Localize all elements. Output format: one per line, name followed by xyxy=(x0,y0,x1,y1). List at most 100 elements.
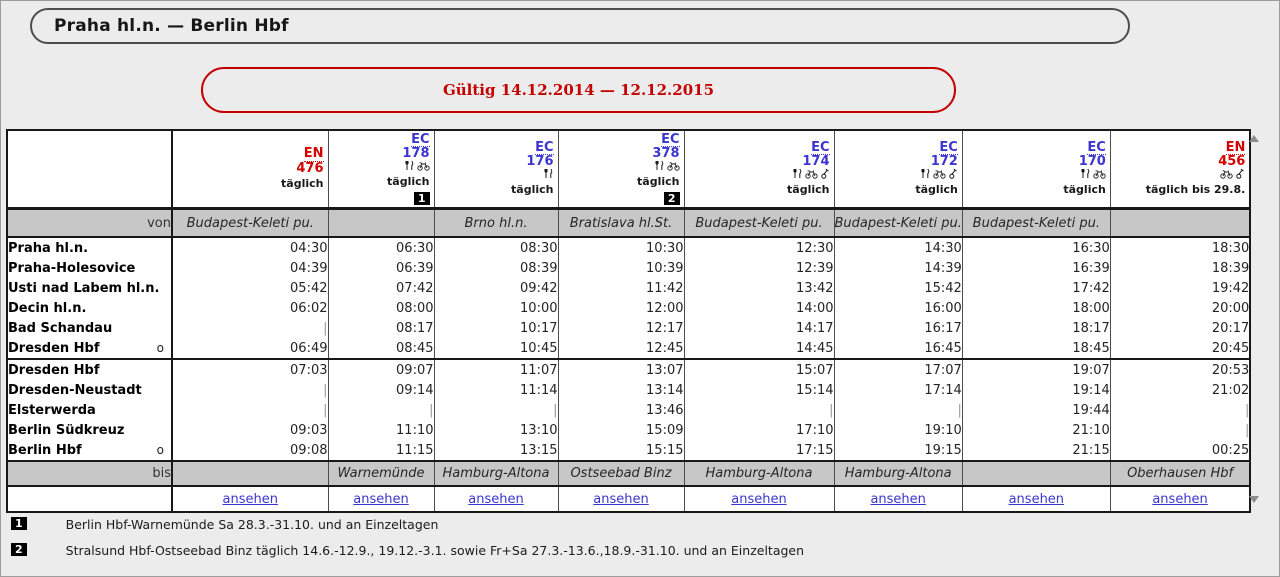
train-type-link[interactable]: EC xyxy=(535,141,553,156)
time-cell: 00:25 xyxy=(1110,440,1250,461)
time-cell: 14:30 xyxy=(834,237,962,258)
origin-cell xyxy=(328,209,434,238)
time-cell: 08:17 xyxy=(328,318,434,338)
pass-through-cell: | xyxy=(328,400,434,420)
time-cell: 17:42 xyxy=(962,278,1110,298)
train-footnote-badge: 2 xyxy=(664,192,680,205)
time-cell: 20:45 xyxy=(1110,338,1250,359)
destination-cell: Ostseebad Binz xyxy=(558,461,684,486)
time-cell: 17:14 xyxy=(834,380,962,400)
time-cell: 16:45 xyxy=(834,338,962,359)
bicycle-icon xyxy=(933,168,946,183)
time-cell: 15:09 xyxy=(558,420,684,440)
time-cell: 17:10 xyxy=(684,420,834,440)
time-cell: 12:39 xyxy=(684,258,834,278)
train-type-link[interactable]: EC xyxy=(811,141,829,156)
time-cell: 07:42 xyxy=(328,278,434,298)
time-cell: 13:10 xyxy=(434,420,558,440)
time-cell: 19:14 xyxy=(962,380,1110,400)
time-cell: 12:45 xyxy=(558,338,684,359)
station-name-cell: Berlin Südkreuz xyxy=(7,420,172,440)
train-header: EC178täglich1 xyxy=(329,131,434,207)
time-cell: 19:42 xyxy=(1110,278,1250,298)
train-footnote-badge: 1 xyxy=(414,192,430,205)
time-cell: 10:17 xyxy=(434,318,558,338)
page-title-text: Praha hl.n. — Berlin Hbf xyxy=(54,16,289,36)
station-row: Praha hl.n.04:3006:3008:3010:3012:3014:3… xyxy=(7,237,1250,258)
footnote-2-text: Stralsund Hbf-Ostseebad Binz täglich 14.… xyxy=(66,543,804,558)
ansehen-cell: ansehen xyxy=(962,486,1110,512)
time-cell: 06:39 xyxy=(328,258,434,278)
time-cell: 18:45 xyxy=(962,338,1110,359)
station-name: Elsterwerda xyxy=(8,403,96,418)
ansehen-link[interactable]: ansehen xyxy=(1009,492,1064,507)
ansehen-link[interactable]: ansehen xyxy=(353,492,408,507)
train-type-link[interactable]: EN xyxy=(1226,141,1246,156)
train-type-link[interactable]: EC xyxy=(411,133,429,148)
ansehen-link[interactable]: ansehen xyxy=(223,492,278,507)
origin-cell: Budapest-Keleti pu. xyxy=(962,209,1110,238)
ansehen-link[interactable]: ansehen xyxy=(593,492,648,507)
time-cell: 13:14 xyxy=(558,380,684,400)
ansehen-link[interactable]: ansehen xyxy=(1152,492,1207,507)
station-row: Dresden Hbfo06:4908:4510:4512:4514:4516:… xyxy=(7,338,1250,359)
scroll-down-icon[interactable] xyxy=(1249,496,1259,503)
train-header: EC172täglich xyxy=(835,131,962,207)
station-name: Berlin Südkreuz xyxy=(8,423,124,438)
origin-cell xyxy=(1110,209,1250,238)
time-cell: 08:00 xyxy=(328,298,434,318)
time-cell: 07:03 xyxy=(172,359,328,380)
scroll-up-icon[interactable] xyxy=(1249,135,1259,142)
bicycle-icon xyxy=(1093,168,1106,183)
ansehen-link[interactable]: ansehen xyxy=(468,492,523,507)
time-cell: 08:45 xyxy=(328,338,434,359)
time-cell: 06:49 xyxy=(172,338,328,359)
destination-cell: Hamburg-Altona xyxy=(684,461,834,486)
time-cell: 10:39 xyxy=(558,258,684,278)
station-row: Bad Schandau|08:1710:1712:1714:1716:1718… xyxy=(7,318,1250,338)
time-cell: 20:00 xyxy=(1110,298,1250,318)
destination-cell: Hamburg-Altona xyxy=(834,461,962,486)
origin-cell: Bratislava hl.St. xyxy=(558,209,684,238)
von-row: vonBudapest-Keleti pu.Brno hl.n.Bratisla… xyxy=(7,209,1250,238)
scrollbar[interactable] xyxy=(1247,131,1262,507)
time-cell: 12:00 xyxy=(558,298,684,318)
time-cell: 06:30 xyxy=(328,237,434,258)
train-type-link[interactable]: EN xyxy=(304,147,324,162)
train-header: EC170täglich xyxy=(963,131,1110,207)
train-header-row: EN476täglichEC178täglich1EC176täglichEC3… xyxy=(7,130,1250,209)
time-cell: 13:46 xyxy=(558,400,684,420)
train-service-icons xyxy=(792,172,830,183)
bicycle-icon xyxy=(667,160,680,175)
ansehen-link[interactable]: ansehen xyxy=(731,492,786,507)
station-name: Dresden-Neustadt xyxy=(8,383,142,398)
time-cell: 09:14 xyxy=(328,380,434,400)
time-cell: 20:53 xyxy=(1110,359,1250,380)
time-cell: 18:00 xyxy=(962,298,1110,318)
origin-cell: Brno hl.n. xyxy=(434,209,558,238)
train-type-link[interactable]: EC xyxy=(1087,141,1105,156)
ansehen-cell: ansehen xyxy=(558,486,684,512)
time-cell: 09:42 xyxy=(434,278,558,298)
footnote-1-text: Berlin Hbf-Warnemünde Sa 28.3.-31.10. un… xyxy=(66,517,439,532)
station-name: Praha-Holesovice xyxy=(8,261,135,276)
station-name-cell: Usti nad Labem hl.n. xyxy=(7,278,172,298)
station-stop-marker: o xyxy=(157,443,171,457)
origin-cell: Budapest-Keleti pu. xyxy=(684,209,834,238)
footnote-row-2: 2 Stralsund Hbf-Ostseebad Binz täglich 1… xyxy=(11,543,1261,558)
time-cell: 18:30 xyxy=(1110,237,1250,258)
station-name-cell: Praha-Holesovice xyxy=(7,258,172,278)
origin-cell: Budapest-Keleti pu. xyxy=(834,209,962,238)
time-cell: 09:07 xyxy=(328,359,434,380)
time-cell: 08:30 xyxy=(434,237,558,258)
time-cell: 04:30 xyxy=(172,237,328,258)
ansehen-link[interactable]: ansehen xyxy=(870,492,925,507)
time-cell: 12:30 xyxy=(684,237,834,258)
footnote-row-1: 1 Berlin Hbf-Warnemünde Sa 28.3.-31.10. … xyxy=(11,517,1261,532)
train-header-cell: EC174täglich xyxy=(684,130,834,209)
train-type-link[interactable]: EC xyxy=(939,141,957,156)
train-type-link[interactable]: EC xyxy=(661,133,679,148)
train-header-cell: EC378täglich2 xyxy=(558,130,684,209)
destination-cell: Warnemünde xyxy=(328,461,434,486)
time-cell: 17:15 xyxy=(684,440,834,461)
